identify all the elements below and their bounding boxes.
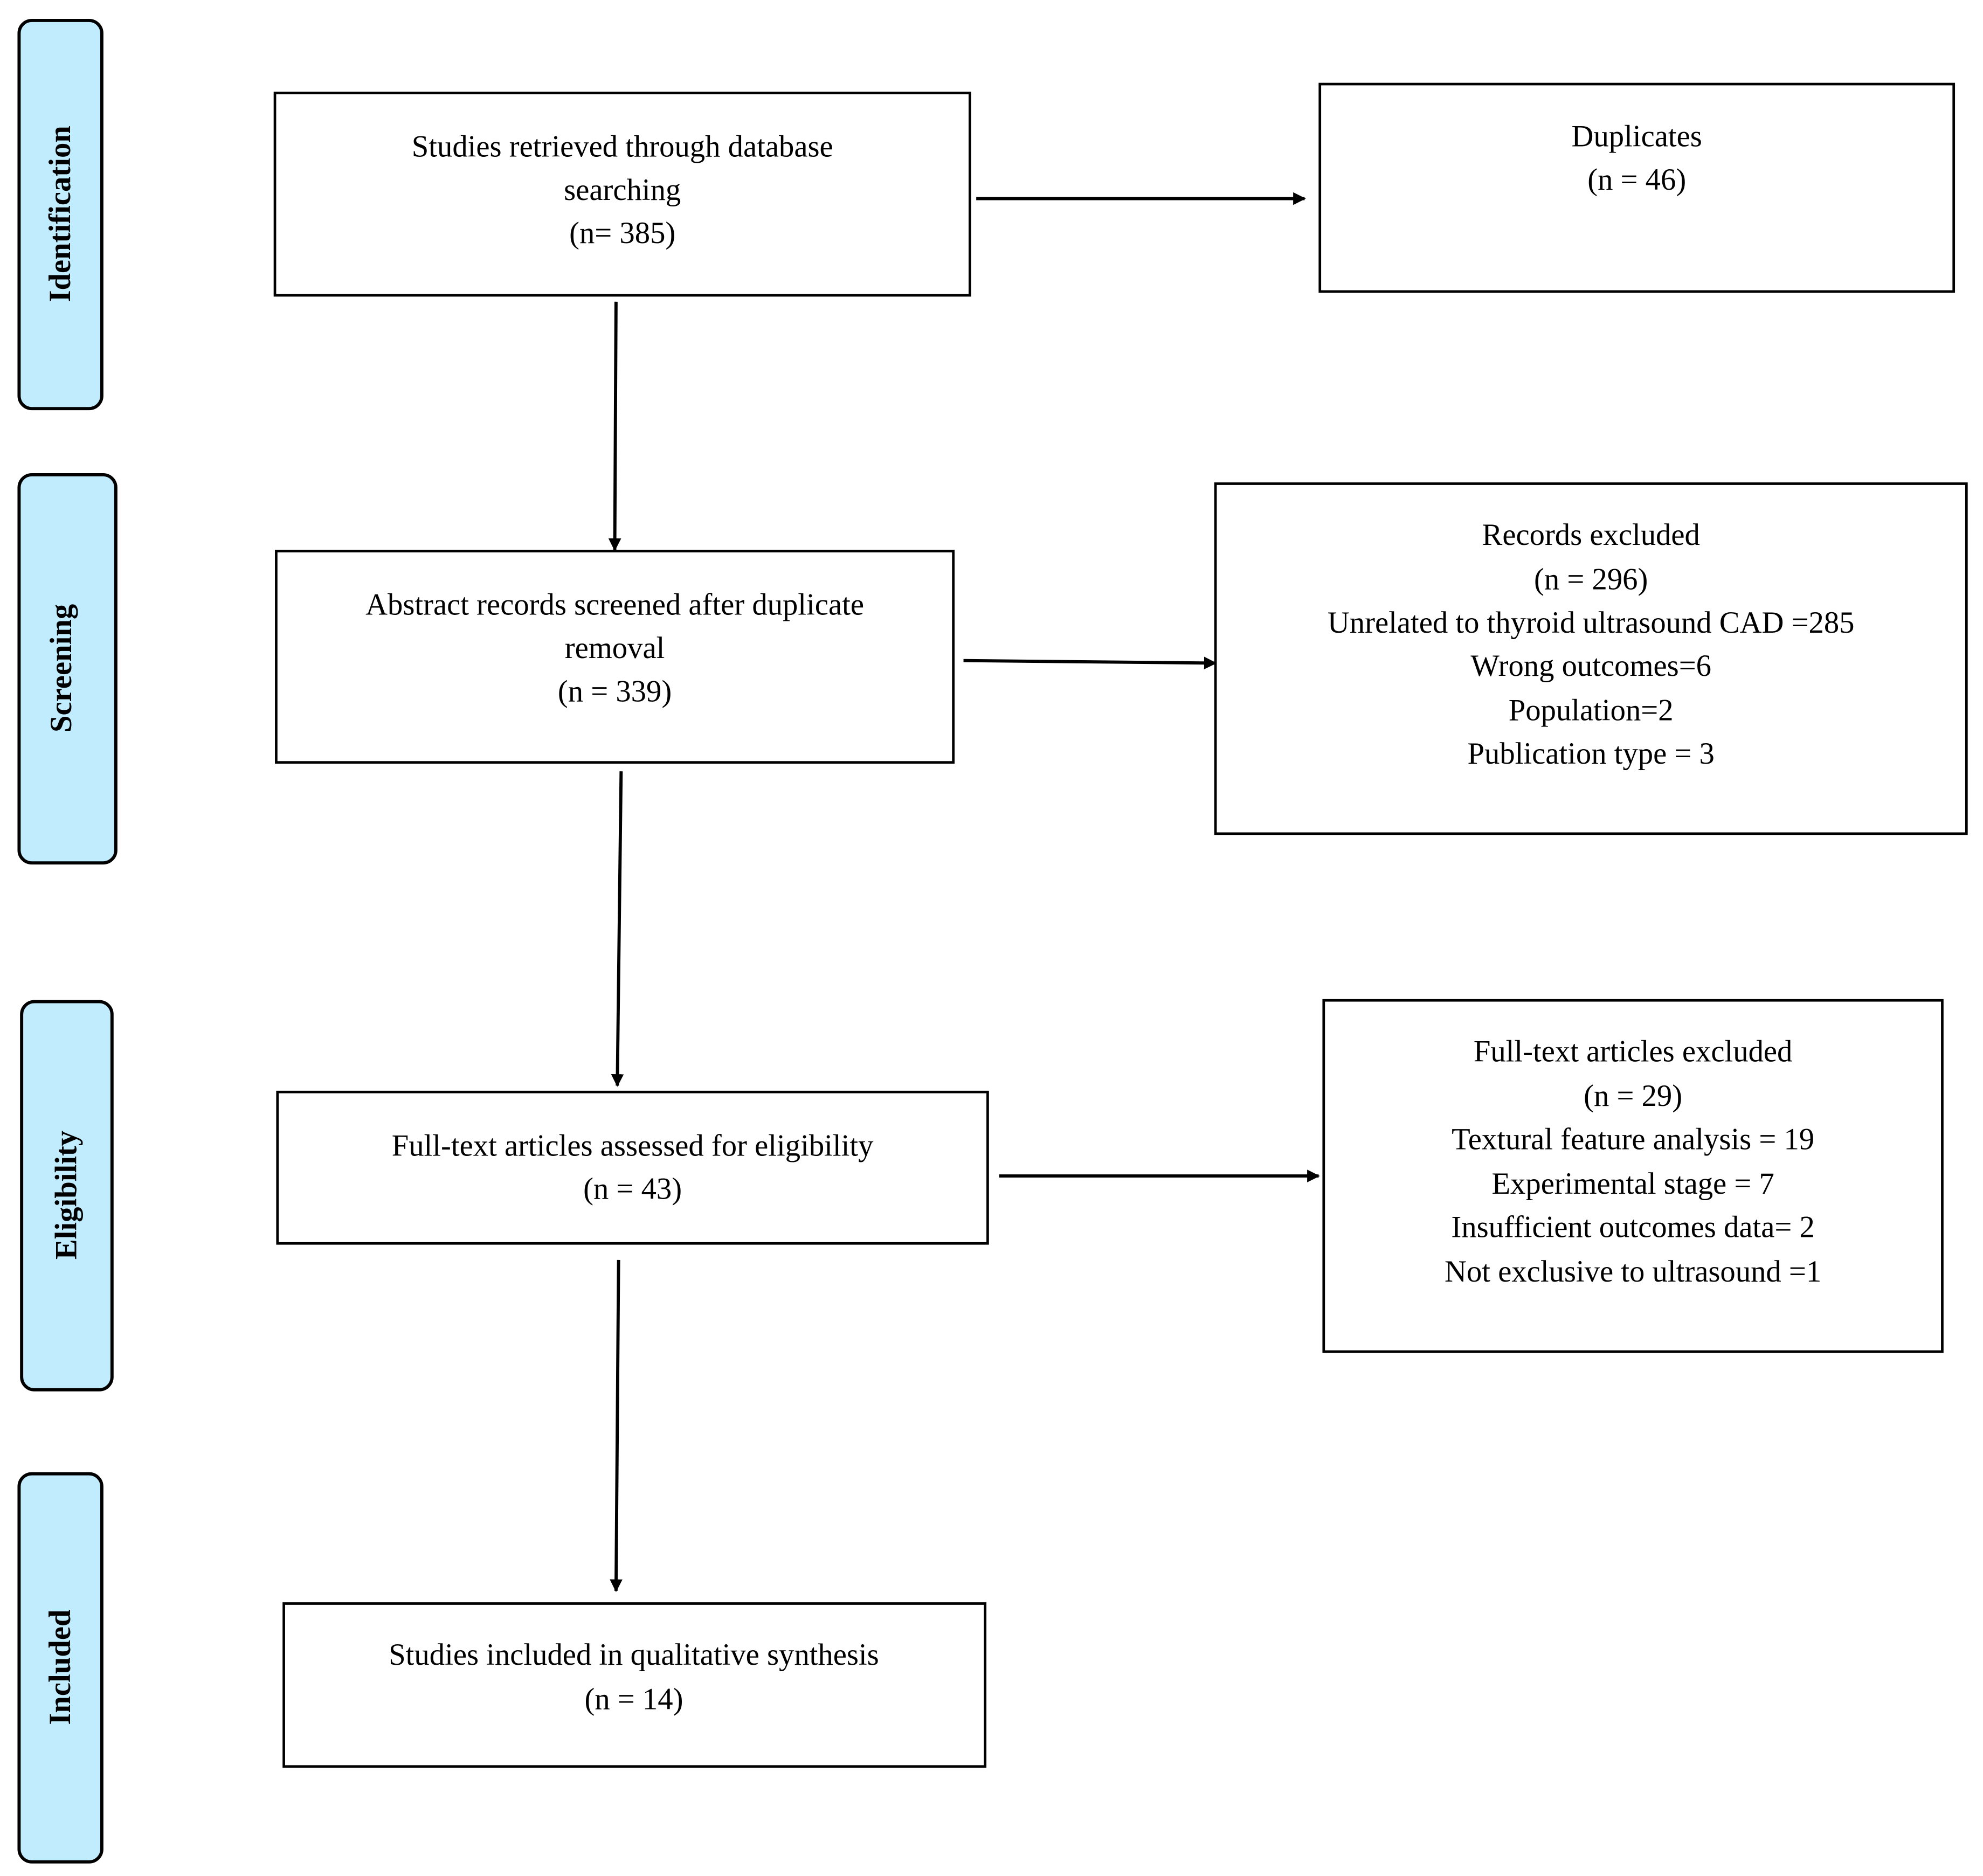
box-text: Textural feature analysis = 19 [1452, 1123, 1814, 1156]
arrow-to-assessed [611, 771, 624, 1087]
box-text: Experimental stage = 7 [1491, 1167, 1774, 1201]
box-records-excluded: Records excluded (n = 296) Unrelated to … [1214, 482, 1968, 835]
box-text: (n = 43) [583, 1173, 682, 1206]
box-text: Not exclusive to ultrasound =1 [1445, 1255, 1821, 1289]
box-fulltext-excluded: Full-text articles excluded (n = 29) Tex… [1322, 999, 1944, 1353]
box-text: (n = 46) [1587, 163, 1686, 197]
box-included: Studies included in qualitative synthesi… [282, 1602, 987, 1768]
box-text: Publication type = 3 [1467, 737, 1714, 771]
box-text: Records excluded [1482, 518, 1700, 552]
box-retrieved: Studies retrieved through database searc… [273, 92, 971, 297]
stage-screening: Screening [17, 473, 118, 865]
box-text: removal [565, 632, 665, 665]
stage-label: Identification [44, 126, 77, 302]
box-text: searching [564, 174, 681, 207]
box-text: (n = 14) [584, 1683, 683, 1716]
box-text: Unrelated to thyroid ultrasound CAD =285 [1328, 606, 1855, 640]
stage-eligibility: Eligibility [20, 1000, 114, 1392]
box-text: (n = 296) [1534, 563, 1648, 596]
box-text: Duplicates [1572, 120, 1702, 154]
stage-label: Included [44, 1609, 77, 1725]
arrow-to-screened [608, 301, 621, 551]
box-assessed: Full-text articles assessed for eligibil… [276, 1090, 989, 1245]
box-text: Population=2 [1509, 694, 1674, 728]
stage-label: Screening [45, 604, 78, 732]
box-text: Full-text articles excluded [1474, 1035, 1793, 1069]
box-text: Studies retrieved through database [412, 130, 833, 164]
box-screened: Abstract records screened after duplicat… [275, 550, 955, 764]
stage-identification: Identification [17, 19, 103, 411]
box-text: (n = 339) [558, 675, 672, 708]
box-text: Studies included in qualitative synthesi… [389, 1638, 879, 1672]
box-text: Full-text articles assessed for eligibil… [392, 1129, 874, 1162]
box-text: (n = 29) [1584, 1079, 1682, 1113]
arrow-to-included [610, 1259, 623, 1593]
box-text: Abstract records screened after duplicat… [365, 589, 864, 622]
box-text: Insufficient outcomes data= 2 [1451, 1210, 1814, 1244]
box-text: Wrong outcomes=6 [1470, 649, 1711, 683]
box-duplicates: Duplicates (n = 46) [1318, 82, 1956, 293]
prisma-flow-diagram: Identification Screening Eligibility Inc… [17, 19, 1968, 1864]
stage-label: Eligibility [50, 1131, 84, 1259]
stage-included: Included [17, 1472, 103, 1864]
arrow-to-records-excluded [963, 656, 1217, 670]
box-text: (n= 385) [569, 217, 675, 250]
